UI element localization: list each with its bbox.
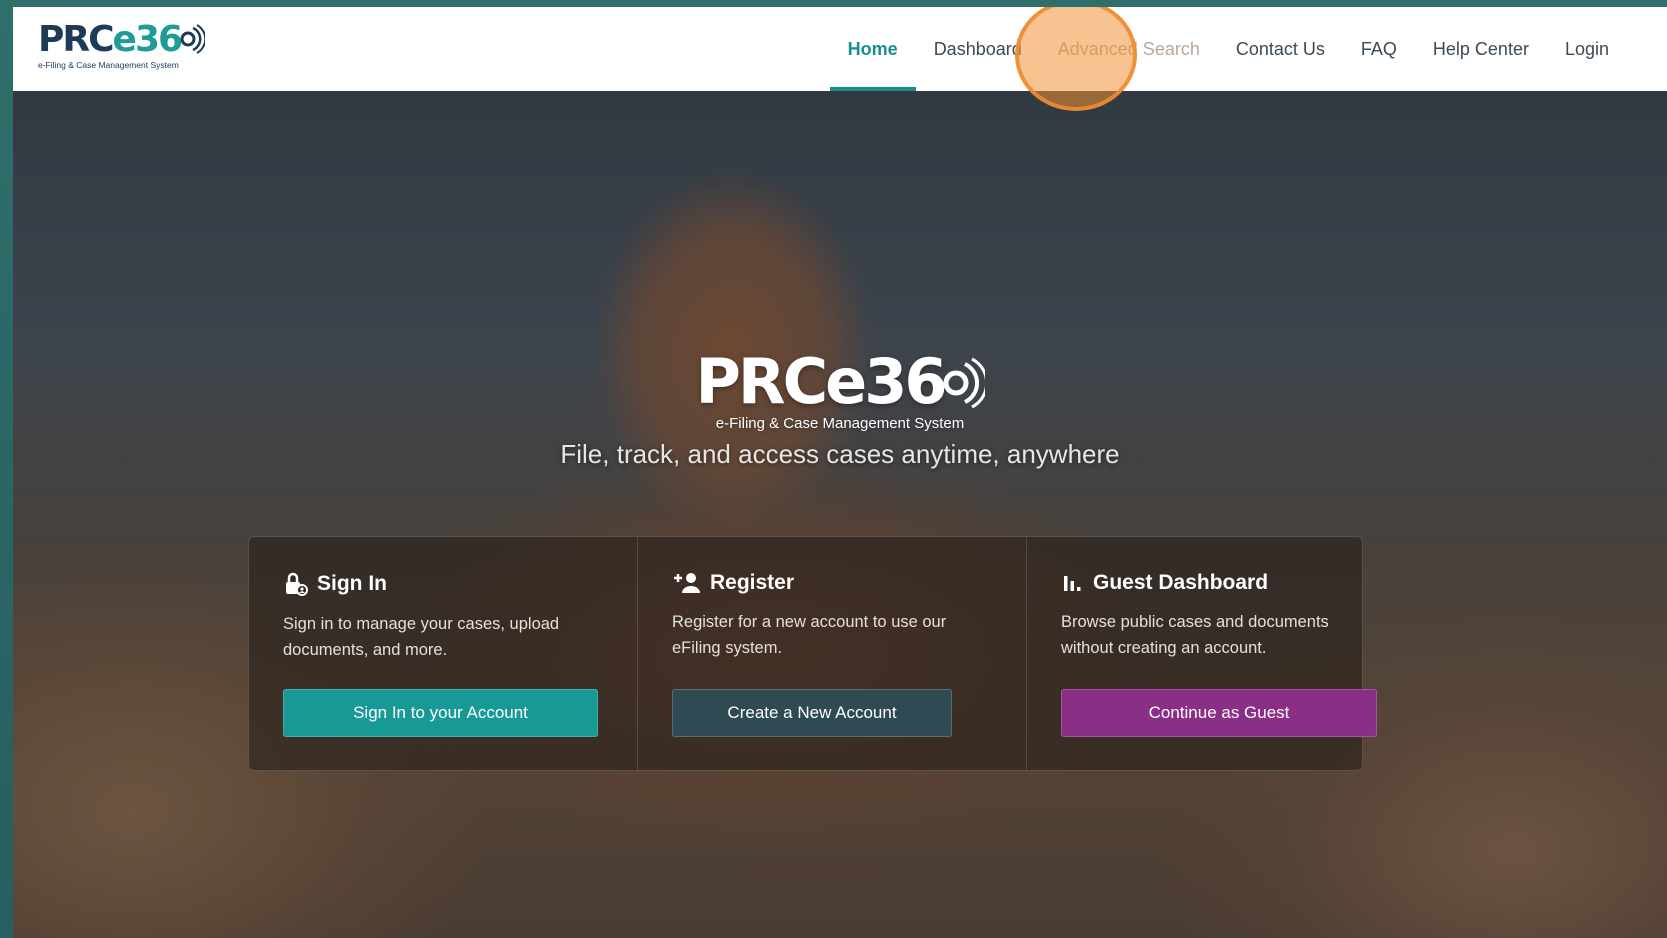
hero-logo: PRCe36 e-Filing & Case Management System — [13, 349, 1667, 432]
brand-logo-subtitle: e-Filing & Case Management System — [38, 60, 179, 70]
action-panel: Sign In Sign in to manage your cases, up… — [248, 536, 1377, 771]
bar-chart-icon — [1064, 576, 1081, 591]
nav-help-center[interactable]: Help Center — [1415, 7, 1547, 91]
card-guest-title: Guest Dashboard — [1061, 571, 1381, 595]
browser-viewport: PRCe36 e-Filing & Case Management System… — [13, 7, 1667, 938]
card-sign-in-description: Sign in to manage your cases, upload doc… — [283, 615, 560, 659]
signal-rings-icon — [943, 357, 988, 409]
signal-rings-icon — [180, 24, 207, 54]
brand-logo-text: PRCe36 — [38, 21, 208, 59]
nav-login[interactable]: Login — [1547, 7, 1627, 91]
card-guest-dashboard: Guest Dashboard Browse public cases and … — [1026, 537, 1415, 770]
lock-user-icon — [286, 572, 308, 596]
user-plus-icon — [674, 573, 700, 593]
hero-section: PRCe36 e-Filing & Case Management System… — [13, 91, 1667, 938]
nav-faq[interactable]: FAQ — [1343, 7, 1415, 91]
create-account-button[interactable]: Create a New Account — [672, 689, 952, 737]
card-register-description: Register for a new account to use our eF… — [672, 613, 947, 657]
nav-home[interactable]: Home — [829, 7, 916, 91]
card-guest-description: Browse public cases and documents withou… — [1061, 613, 1329, 657]
hero-background-image — [13, 91, 1667, 938]
hero-tagline: File, track, and access cases anytime, a… — [560, 439, 1120, 469]
brand-logo[interactable]: PRCe36 e-Filing & Case Management System — [38, 21, 208, 75]
card-sign-in: Sign In Sign in to manage your cases, up… — [249, 537, 637, 770]
card-register: Register Register for a new account to u… — [637, 537, 1026, 770]
main-nav: Home Dashboard Advanced Search Contact U… — [829, 7, 1627, 91]
continue-as-guest-button[interactable]: Continue as Guest — [1061, 689, 1377, 737]
hero-logo-subtitle: e-Filing & Case Management System — [715, 415, 965, 432]
card-register-title: Register — [672, 571, 992, 595]
hero-logo-text: PRCe36 — [13, 349, 1667, 415]
sign-in-button[interactable]: Sign In to your Account — [283, 689, 598, 737]
card-sign-in-title: Sign In — [283, 571, 603, 597]
nav-contact-us[interactable]: Contact Us — [1218, 7, 1343, 91]
top-navbar: PRCe36 e-Filing & Case Management System… — [13, 7, 1667, 91]
